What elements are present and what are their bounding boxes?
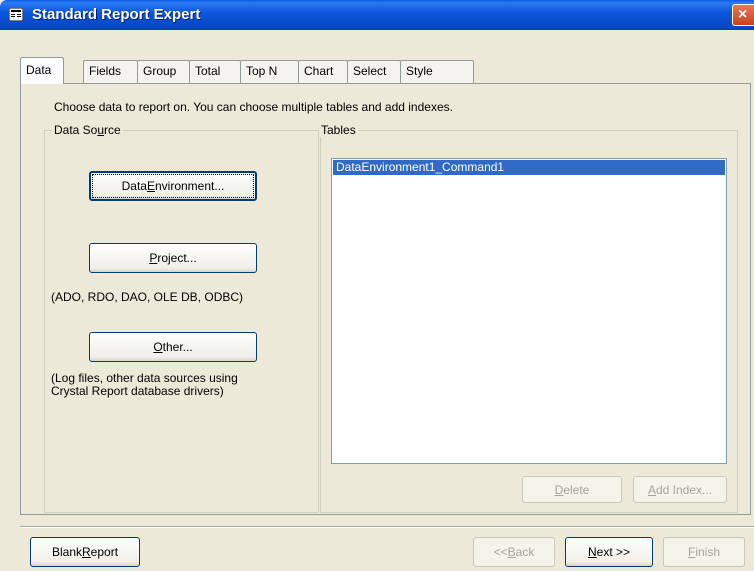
- tab-group[interactable]: Group: [137, 60, 190, 83]
- tab-top-n[interactable]: Top N: [240, 60, 299, 83]
- data-source-label: Data Source: [52, 123, 123, 137]
- project-button[interactable]: Project...: [89, 243, 257, 273]
- tab-total[interactable]: Total: [189, 60, 241, 83]
- blank-report-button[interactable]: Blank Report: [30, 537, 140, 567]
- title-bar: Standard Report Expert ×: [0, 0, 754, 30]
- delete-button[interactable]: Delete: [522, 476, 622, 503]
- tab-fields[interactable]: Fields: [83, 60, 138, 83]
- tab-select[interactable]: Select: [347, 60, 401, 83]
- tables-label: Tables: [319, 123, 358, 137]
- list-item[interactable]: DataEnvironment1_Command1: [333, 160, 725, 175]
- data-environment-button[interactable]: Data Environment...: [89, 171, 257, 201]
- next-button[interactable]: Next >>: [565, 537, 653, 567]
- close-icon: ×: [738, 6, 748, 23]
- add-index-button[interactable]: Add Index...: [633, 476, 727, 503]
- project-note: (ADO, RDO, DAO, OLE DB, ODBC): [51, 290, 244, 304]
- back-button[interactable]: << Back: [473, 537, 555, 567]
- finish-button[interactable]: Finish: [663, 537, 745, 567]
- other-note: (Log files, other data sources using Cry…: [51, 371, 238, 398]
- instruction-text: Choose data to report on. You can choose…: [54, 100, 453, 114]
- window-title: Standard Report Expert: [32, 6, 201, 23]
- tab-chart[interactable]: Chart: [298, 60, 348, 83]
- app-icon: [9, 8, 23, 21]
- tab-data[interactable]: Data: [20, 57, 64, 84]
- other-button[interactable]: Other...: [89, 332, 257, 362]
- tables-listbox[interactable]: DataEnvironment1_Command1: [331, 158, 727, 464]
- close-button[interactable]: ×: [732, 4, 754, 26]
- footer-separator: [20, 526, 754, 528]
- tab-style[interactable]: Style: [400, 60, 474, 83]
